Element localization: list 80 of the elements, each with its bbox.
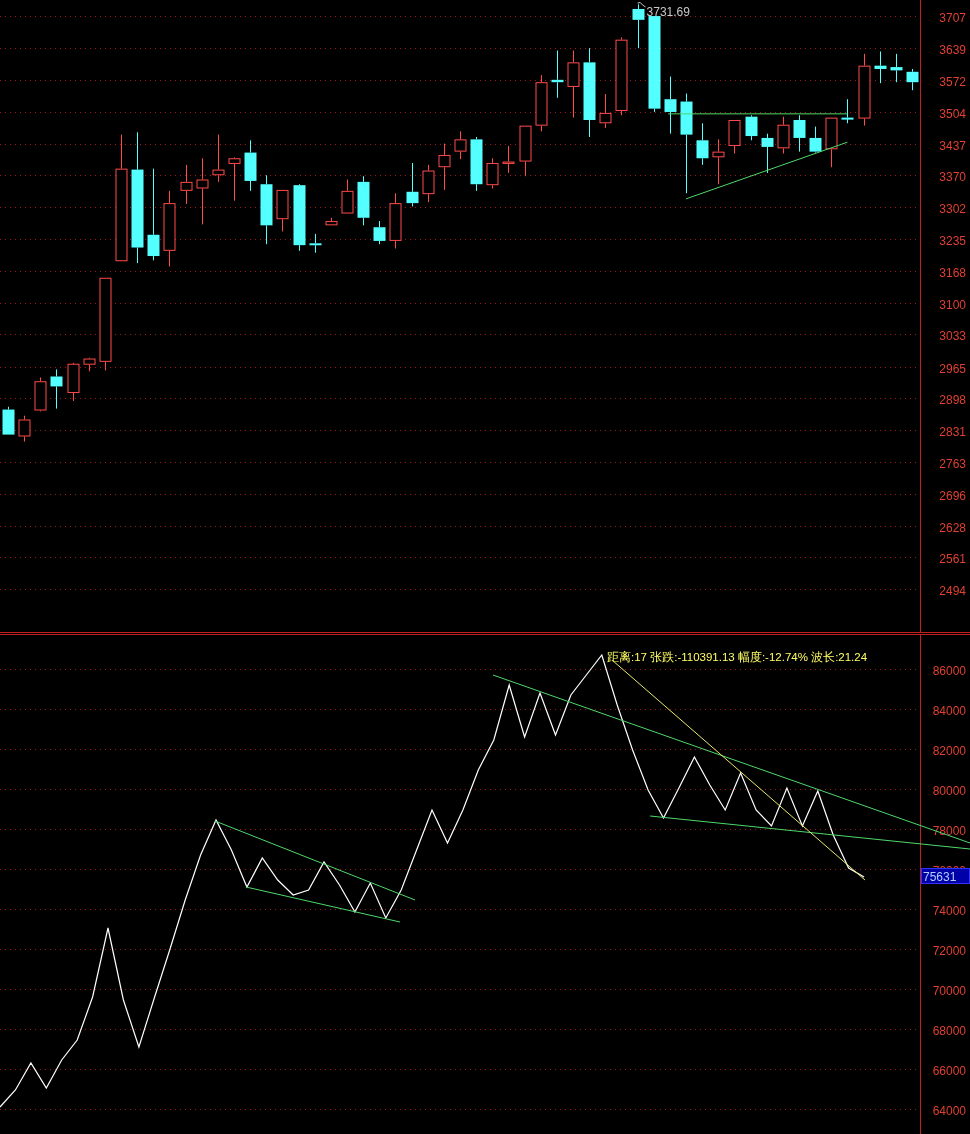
price-axis-label: 3504 xyxy=(939,106,966,121)
price-axis-label: 3033 xyxy=(939,328,966,343)
value-axis-label: 82000 xyxy=(932,743,966,758)
candlestick xyxy=(777,116,790,155)
candlestick xyxy=(502,145,515,174)
candlestick xyxy=(761,133,774,174)
price-axis-label: 2763 xyxy=(939,456,966,471)
candlestick xyxy=(212,134,225,183)
candlestick xyxy=(50,368,63,410)
value-axis-label: 78000 xyxy=(932,823,966,838)
price-axis-label: 2561 xyxy=(939,551,966,566)
value-axis-label: 64000 xyxy=(932,1103,966,1118)
candlestick xyxy=(841,98,854,124)
measurement-label: 距离:17 张跌:-110391.13 幅度:-12.74% 波长:21.24 xyxy=(607,651,868,663)
candlestick xyxy=(438,143,451,191)
candlestick xyxy=(422,164,435,203)
candlestick xyxy=(309,233,322,254)
candlestick xyxy=(341,179,354,214)
price-axis-label: 3572 xyxy=(939,74,966,89)
candlestick xyxy=(906,68,919,91)
price-axis-label: 3168 xyxy=(939,265,966,280)
candlestick xyxy=(825,117,838,168)
value-axis-label: 66000 xyxy=(932,1063,966,1078)
current-value-tag: 75631 xyxy=(921,868,970,884)
candlestick xyxy=(890,53,903,83)
candlestick xyxy=(260,174,273,245)
candlestick xyxy=(712,138,725,185)
price-axis-label: 2494 xyxy=(939,583,966,598)
price-axis-label: 3370 xyxy=(939,169,966,184)
candlestick xyxy=(599,93,612,129)
candlestick xyxy=(745,114,758,141)
candlestick xyxy=(454,130,467,160)
price-axis-label: 3639 xyxy=(939,42,966,57)
value-axis-label: 68000 xyxy=(932,1023,966,1038)
candlestick xyxy=(67,362,80,402)
price-axis-label: 2831 xyxy=(939,424,966,439)
price-axis-label: 2965 xyxy=(939,361,966,376)
candlestick xyxy=(519,125,532,177)
price-axis-label: 3707 xyxy=(939,10,966,25)
candlestick xyxy=(406,162,419,207)
candlestick xyxy=(793,114,806,153)
candlestick xyxy=(632,3,645,49)
value-axis-label: 80000 xyxy=(932,783,966,798)
price-axis-label: 2898 xyxy=(939,392,966,407)
price-axis-label: 3437 xyxy=(939,138,966,153)
value-axis-label: 72000 xyxy=(932,943,966,958)
value-axis-label: 70000 xyxy=(932,983,966,998)
value-axis-label: 86000 xyxy=(932,663,966,678)
candlestick xyxy=(2,406,15,436)
high-price-label: 3731.69 xyxy=(646,5,690,19)
candlestick xyxy=(196,157,209,225)
value-axis-label: 84000 xyxy=(932,703,966,718)
price-axis-label: 2628 xyxy=(939,520,966,535)
candlestick xyxy=(470,136,483,192)
candlestick xyxy=(34,376,47,412)
candlestick xyxy=(228,156,241,202)
candlestick xyxy=(551,50,564,99)
candlestick xyxy=(728,119,741,155)
candlestick xyxy=(874,51,887,84)
price-axis-label: 3100 xyxy=(939,297,966,312)
price-axis-label: 3235 xyxy=(939,233,966,248)
candlestick xyxy=(357,175,370,226)
price-axis-label: 3302 xyxy=(939,201,966,216)
price-axis-label: 2696 xyxy=(939,488,966,503)
candlestick xyxy=(276,189,289,232)
candlestick xyxy=(567,50,580,119)
candlestick xyxy=(389,192,402,249)
value-axis-label: 74000 xyxy=(932,903,966,918)
candlestick xyxy=(293,183,306,252)
candlestick xyxy=(244,139,257,192)
candlestick xyxy=(18,415,31,443)
candlestick xyxy=(535,74,548,132)
candlestick xyxy=(809,126,822,154)
candlestick xyxy=(180,164,193,205)
candlestick xyxy=(664,76,677,135)
candlestick xyxy=(83,357,96,372)
candlestick xyxy=(373,220,386,245)
candlestick xyxy=(696,122,709,166)
candlestick xyxy=(325,217,338,226)
candlestick xyxy=(486,157,499,189)
